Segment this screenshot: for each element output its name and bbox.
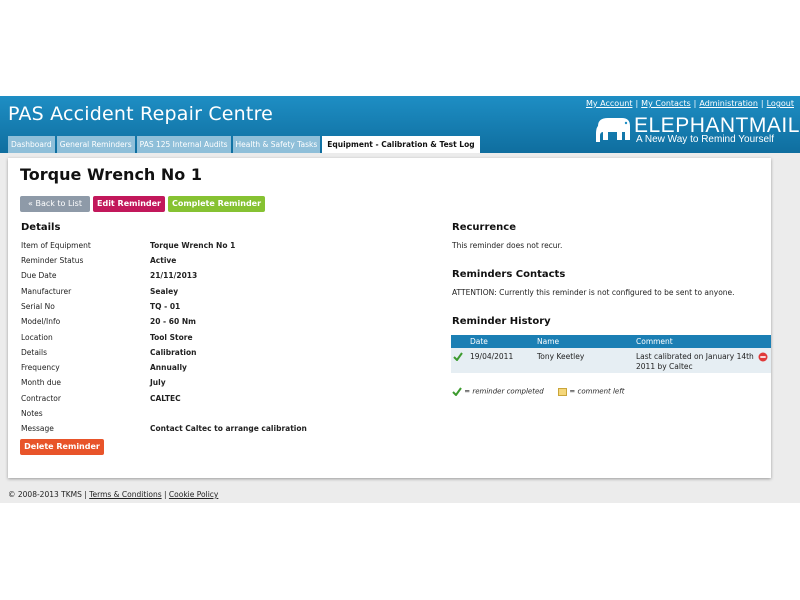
detail-label: Notes	[21, 409, 43, 418]
page-title: Torque Wrench No 1	[20, 165, 202, 184]
back-to-list-button[interactable]: « Back to List	[20, 196, 90, 212]
detail-value: July	[150, 378, 166, 387]
detail-value: Annually	[150, 363, 187, 372]
detail-value: Active	[150, 256, 177, 265]
column-header-name: Name	[537, 337, 560, 346]
recurrence-heading: Recurrence	[452, 222, 517, 233]
tab-pas-125-internal-audits[interactable]: PAS 125 Internal Audits	[136, 136, 231, 153]
tab-general-reminders[interactable]: General Reminders	[56, 136, 135, 153]
detail-label: Item of Equipment	[21, 241, 91, 250]
logo-tagline: A New Way to Remind Yourself	[636, 134, 775, 145]
footer: © 2008-2013 TKMS | Terms & Conditions | …	[8, 490, 219, 499]
detail-label: Details	[21, 348, 48, 357]
page: PAS Accident Repair Centre My Account | My…	[0, 0, 800, 600]
my-contacts-link[interactable]: My Contacts	[641, 99, 690, 108]
detail-label: Message	[21, 424, 54, 433]
detail-value: Tool Store	[150, 333, 193, 342]
detail-label: Reminder Status	[21, 256, 84, 265]
comment-icon	[558, 387, 568, 396]
cookie-policy-link[interactable]: Cookie Policy	[169, 490, 218, 499]
contacts-heading: Reminders Contacts	[452, 269, 566, 280]
administration-link[interactable]: Administration	[699, 99, 758, 108]
detail-label: Location	[21, 333, 53, 342]
complete-reminder-button[interactable]: Complete Reminder	[168, 196, 265, 212]
details-heading: Details	[21, 222, 61, 233]
detail-label: Frequency	[21, 363, 60, 372]
history-comment-line1: Last calibrated on January 14th	[636, 352, 754, 361]
detail-label: Month due	[21, 378, 62, 387]
history-date: 19/04/2011	[470, 352, 514, 361]
detail-value: Torque Wrench No 1	[150, 241, 236, 250]
detail-label: Model/Info	[21, 317, 61, 326]
column-header-date: Date	[470, 337, 488, 346]
detail-label: Due Date	[21, 271, 57, 280]
delete-reminder-button[interactable]: Delete Reminder	[20, 439, 104, 455]
column-header-comment: Comment	[636, 337, 673, 346]
detail-value: Sealey	[150, 287, 179, 296]
edit-reminder-button[interactable]: Edit Reminder	[93, 196, 165, 212]
legend-completed-text: = reminder completed	[464, 387, 544, 396]
tab-equipment-calibration[interactable]: Equipment - Calibration & Test Log	[322, 136, 480, 153]
app-title: PAS Accident Repair Centre	[8, 103, 274, 125]
detail-label: Manufacturer	[21, 287, 72, 296]
check-icon	[452, 387, 462, 397]
history-table-header: Date Name Comment	[451, 335, 771, 348]
history-comment-line2: 2011 by Caltec	[636, 362, 693, 371]
detail-label: Serial No	[21, 302, 55, 311]
table-row: 19/04/2011 Tony Keetley Last calibrated …	[451, 348, 771, 373]
tab-dashboard[interactable]: Dashboard	[8, 136, 55, 153]
detail-value: TQ - 01	[150, 302, 181, 311]
detail-value: 20 - 60 Nm	[150, 317, 196, 326]
detail-label: Contractor	[21, 394, 61, 403]
detail-value: Contact Caltec to arrange calibration	[150, 424, 307, 433]
account-links: My Account | My Contacts | Administration | Lo…	[585, 99, 794, 108]
detail-value: CALTEC	[150, 394, 181, 403]
recurrence-text: This reminder does not recur.	[452, 241, 563, 250]
contacts-text: ATTENTION: Currently this reminder is no…	[452, 288, 735, 297]
history-name: Tony Keetley	[537, 352, 585, 361]
terms-link[interactable]: Terms & Conditions	[89, 490, 161, 499]
main-tabs: Dashboard General Reminders PAS 125 Inte…	[8, 136, 480, 153]
detail-value: Calibration	[150, 348, 197, 357]
delete-comment-icon[interactable]	[758, 352, 768, 362]
elephant-icon	[596, 118, 630, 142]
legend-comment-text: = comment left	[569, 387, 625, 396]
detail-value: 21/11/2013	[150, 271, 198, 280]
copyright-text: © 2008-2013 TKMS	[8, 490, 82, 499]
history-legend: = reminder completed = comment left	[452, 387, 625, 397]
check-icon	[453, 352, 463, 361]
tab-health-safety-tasks[interactable]: Health & Safety Tasks	[232, 136, 321, 153]
my-account-link[interactable]: My Account	[586, 99, 632, 108]
history-heading: Reminder History	[452, 316, 551, 327]
elephantmail-logo: ELEPHANTMAIL A New Way to Remind Yoursel…	[592, 114, 799, 150]
logout-link[interactable]: Logout	[767, 99, 794, 108]
